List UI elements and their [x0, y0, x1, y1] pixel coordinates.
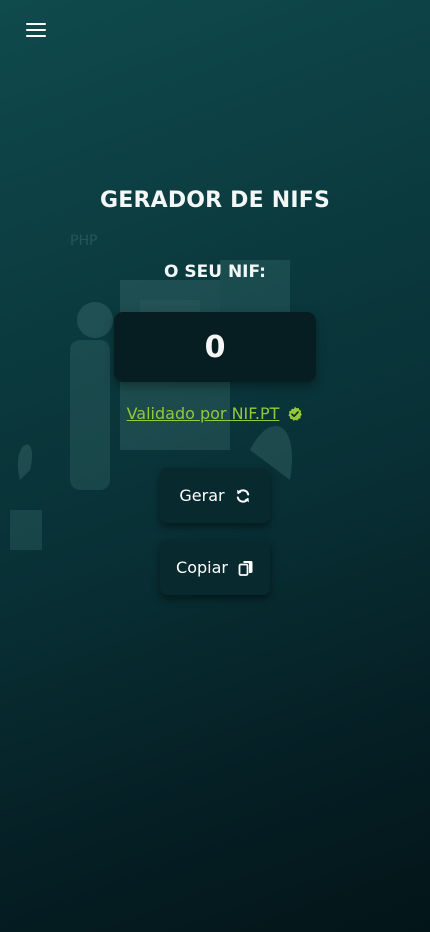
refresh-icon — [236, 488, 249, 503]
copy-icon — [238, 560, 253, 576]
svg-text:PHP: PHP — [70, 233, 97, 249]
check-badge-icon — [288, 406, 303, 421]
generate-button-label: Gerar — [179, 486, 225, 505]
copy-button-label: Copiar — [176, 558, 228, 577]
nif-label: O SEU NIF: — [164, 262, 266, 282]
validated-link[interactable]: Validado por NIF.PT — [127, 404, 280, 423]
hamburger-menu-icon — [26, 23, 46, 25]
nif-value: 0 — [204, 329, 226, 365]
copy-button[interactable]: Copiar — [160, 540, 270, 595]
validated-row: Validado por NIF.PT — [0, 404, 430, 423]
menu-button[interactable] — [22, 18, 50, 42]
page-title: GERADOR DE NIFS — [99, 188, 331, 213]
generate-button[interactable]: Gerar — [160, 468, 270, 523]
nif-display: 0 — [114, 312, 316, 382]
